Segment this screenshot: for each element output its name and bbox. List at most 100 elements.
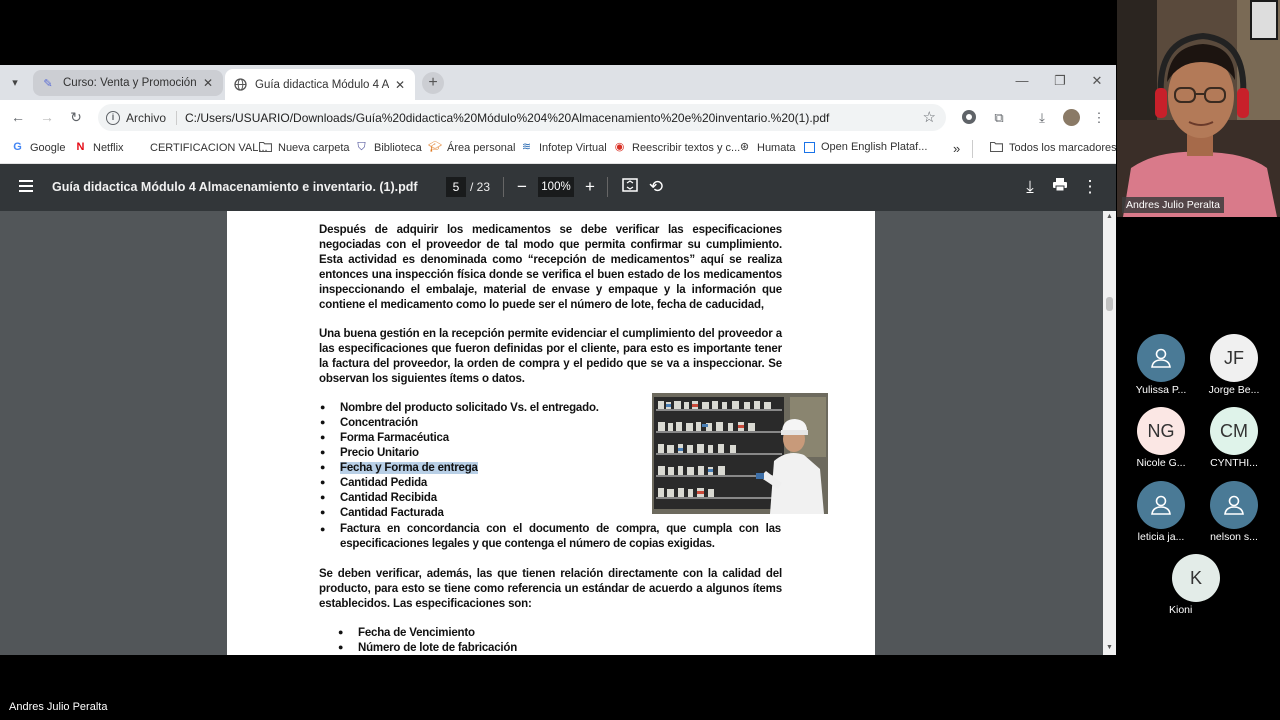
toolbar-divider (607, 177, 608, 197)
humata-icon: ⊛ (739, 141, 750, 153)
forward-icon[interactable]: → (38, 108, 56, 126)
page-number-input[interactable]: 5 (446, 177, 466, 197)
bookmark-biblioteca[interactable]: ⛉ Biblioteca (355, 141, 421, 154)
tab-guia-pdf[interactable]: Guía didactica Módulo 4 Almac ✕ (225, 69, 415, 100)
list-item: Nombre del producto solicitado Vs. el en… (320, 402, 599, 414)
download-icon[interactable]: ⤓ (1021, 177, 1039, 197)
page-total: / 23 (470, 180, 491, 194)
menu-hamburger-icon[interactable] (19, 180, 33, 192)
print-icon[interactable] (1051, 177, 1069, 197)
fit-page-icon[interactable] (621, 177, 639, 197)
hat-icon: 🎓︎ (428, 141, 442, 153)
url-text[interactable]: C:/Users/USUARIO/Downloads/Guía%20didact… (185, 111, 829, 125)
download-icon[interactable]: ⤓ (1033, 109, 1051, 127)
puzzle-icon[interactable]: ⧉ (990, 109, 1008, 127)
infotep-icon: ≋ (521, 141, 532, 153)
more-options-icon[interactable]: ⋮ (1081, 177, 1099, 197)
new-tab-button[interactable]: + (422, 72, 444, 94)
bookmarks-divider (972, 140, 973, 158)
rotate-icon[interactable]: ⟲ (647, 177, 665, 197)
list-item: Precio Unitario (320, 447, 419, 459)
meeting-user-name: Andres Julio Peralta (9, 701, 108, 713)
extension-icon[interactable] (960, 109, 978, 127)
scroll-down-icon[interactable]: ▼ (1104, 644, 1115, 651)
bookmark-humata[interactable]: ⊛ Humata (738, 141, 796, 154)
browser-window: ▾ ✎ Curso: Venta y Promoción de Pr ✕ Guí… (0, 65, 1116, 655)
address-bar[interactable]: i Archivo C:/Users/USUARIO/Downloads/Guí… (98, 104, 946, 131)
participant-tile[interactable]: JF Jorge Be... (1189, 334, 1279, 396)
restore-button[interactable]: ❐ (1050, 73, 1070, 89)
close-tab-icon[interactable]: ✕ (393, 78, 407, 92)
menu-kebab-icon[interactable]: ⋮ (1090, 109, 1108, 127)
bookmark-label: Open English Plataf... (821, 141, 928, 153)
shield-icon: ⛉ (357, 141, 366, 153)
bookmark-label: Infotep Virtual (539, 141, 607, 154)
participant-initials: JF (1224, 347, 1244, 368)
all-bookmarks-label: Todos los marcadores (1009, 141, 1116, 154)
presenter-name-label: Andres Julio Peralta (1122, 197, 1224, 213)
close-window-button[interactable]: ✕ (1087, 73, 1107, 89)
zoom-input[interactable]: 100% (538, 177, 574, 197)
bookmark-reescribir[interactable]: ◉ Reescribir textos y c... (613, 141, 741, 154)
zoom-out-icon[interactable]: − (513, 177, 531, 197)
close-tab-icon[interactable]: ✕ (201, 76, 215, 90)
participant-avatar (1210, 481, 1258, 529)
tab-search-chevron-icon[interactable]: ▾ (6, 74, 24, 92)
list-item: Fecha de Vencimiento (338, 627, 475, 639)
scheme-chip[interactable]: Archivo (126, 110, 178, 125)
list-item-highlighted: Fecha y Forma de entrega (320, 462, 478, 474)
tab-curso[interactable]: ✎ Curso: Venta y Promoción de Pr ✕ (33, 70, 223, 96)
blank-icon (131, 141, 144, 154)
pdf-page: Después de adquirir los medicamentos se … (227, 211, 875, 655)
participant-avatar (1137, 334, 1185, 382)
globe-icon (233, 78, 247, 92)
zoom-in-icon[interactable]: + (581, 177, 599, 197)
pdf-toolbar: Guía didactica Módulo 4 Almacenamiento e… (0, 164, 1116, 211)
bookmark-label: Área personal (447, 141, 516, 154)
bookmark-nueva-carpeta[interactable]: Nueva carpeta (258, 141, 350, 154)
bookmarks-bar: G Google N Netflix CERTIFICACION VAL... … (0, 134, 1116, 164)
rewrite-icon: ◉ (614, 141, 625, 153)
pdf-viewport[interactable]: Después de adquirir los medicamentos se … (0, 211, 1116, 655)
participant-avatar: CM (1210, 407, 1258, 455)
back-icon[interactable]: ← (9, 108, 27, 126)
presenter-video (1117, 0, 1280, 217)
bookmark-area-personal[interactable]: 🎓︎ Área personal (428, 141, 516, 154)
paragraph-3: Se deben verificar, además, las que tien… (319, 568, 782, 610)
bookmark-label: CERTIFICACION VAL... (150, 141, 268, 154)
netflix-icon: N (76, 141, 85, 153)
all-bookmarks[interactable]: Todos los marcadores (989, 141, 1116, 154)
bookmark-certificacion[interactable]: CERTIFICACION VAL... (131, 141, 268, 154)
bookmark-label: Netflix (93, 141, 124, 154)
bookmark-infotep[interactable]: ≋ Infotep Virtual (520, 141, 607, 154)
scroll-up-icon[interactable]: ▲ (1104, 213, 1115, 220)
bookmark-star-icon[interactable]: ☆ (923, 108, 936, 126)
info-icon[interactable]: i (106, 110, 120, 125)
scrollbar[interactable] (1103, 211, 1116, 655)
text-selection: Fecha y Forma de entrega (340, 462, 478, 474)
profile-avatar[interactable] (1063, 109, 1080, 126)
tab-title: Guía didactica Módulo 4 Almac (255, 78, 389, 91)
reload-icon[interactable]: ↻ (67, 108, 85, 126)
bookmark-open-english[interactable]: Open English Plataf... (804, 141, 927, 153)
paragraph-1: Después de adquirir los medicamentos se … (319, 224, 782, 311)
bookmark-netflix[interactable]: N Netflix (74, 141, 124, 154)
scrollbar-thumb[interactable] (1106, 297, 1113, 311)
list-item: Cantidad Facturada (320, 507, 444, 519)
folder-icon (258, 141, 273, 154)
participant-tile[interactable]: nelson s... (1189, 481, 1279, 543)
participant-name: Jorge Be... (1208, 384, 1260, 396)
bookmark-google[interactable]: G Google (11, 141, 65, 154)
more-bookmarks-chevron[interactable]: » (953, 141, 960, 156)
participant-avatar (1137, 481, 1185, 529)
bookmark-label: Reescribir textos y c... (632, 141, 741, 154)
google-icon: G (13, 141, 22, 153)
participant-tile[interactable]: CM CYNTHI... (1189, 407, 1279, 469)
minimize-button[interactable]: — (1012, 73, 1032, 88)
square-icon (804, 141, 815, 153)
participant-initials: NG (1147, 420, 1175, 441)
participant-avatar: NG (1137, 407, 1185, 455)
participant-tile[interactable]: K Kioni (1137, 554, 1255, 616)
bookmark-label: Google (30, 141, 66, 154)
person-icon (1151, 348, 1171, 368)
